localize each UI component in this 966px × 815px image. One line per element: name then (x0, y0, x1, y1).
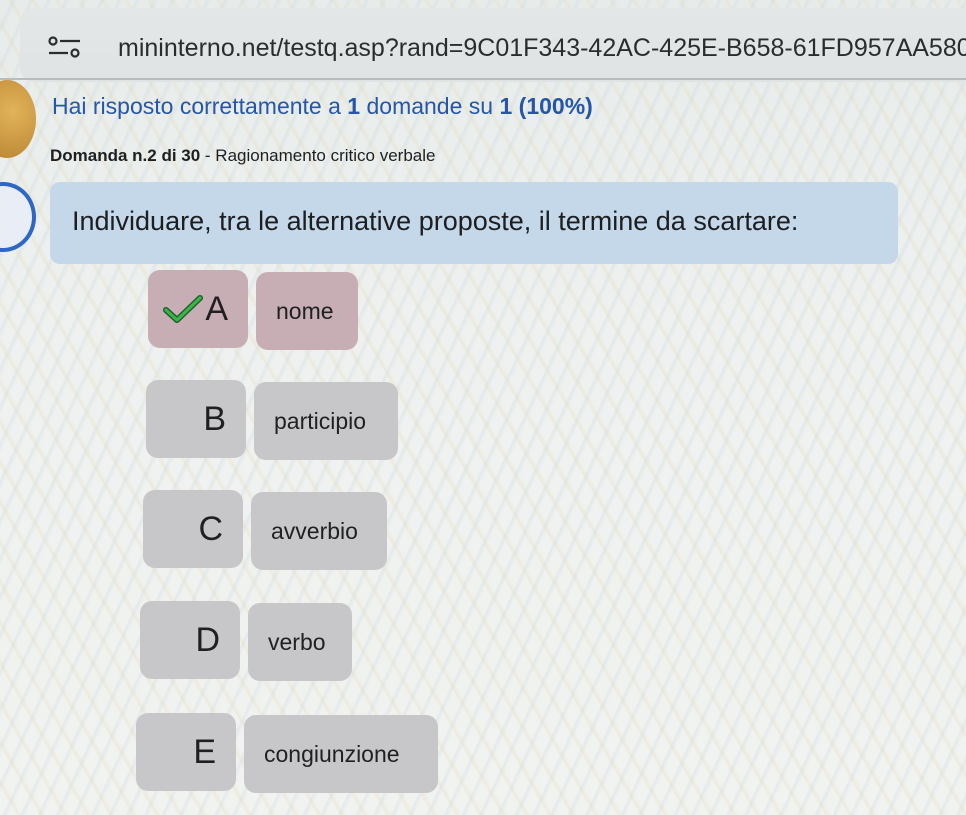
tune-icon[interactable] (46, 36, 84, 58)
option-e-button[interactable]: congiunzione (244, 715, 438, 793)
option-d-button[interactable]: verbo (248, 603, 352, 681)
option-letter: D (195, 620, 220, 659)
option-letter: A (205, 289, 228, 328)
option-a-letter[interactable]: A (148, 270, 248, 348)
avatar (0, 80, 36, 158)
url-text[interactable]: mininterno.net/testq.asp?rand=9C01F343-4… (118, 34, 966, 63)
score-correct: 1 (347, 93, 361, 119)
option-e-letter[interactable]: E (136, 713, 236, 791)
question-text: Individuare, tra le alternative proposte… (72, 206, 799, 236)
option-b-letter[interactable]: B (146, 380, 246, 458)
option-text: avverbio (271, 517, 358, 544)
option-c-letter[interactable]: C (143, 490, 243, 568)
score-percent: (100%) (518, 93, 593, 119)
option-text: nome (276, 297, 334, 324)
address-bar[interactable]: mininterno.net/testq.asp?rand=9C01F343-4… (20, 8, 966, 82)
checkmark-icon (163, 295, 204, 323)
question-category: - Ragionamento critico verbale (200, 146, 436, 165)
score-mid: domande su (360, 93, 500, 119)
option-letter: B (203, 399, 226, 438)
score-summary: Hai risposto correttamente a 1 domande s… (52, 93, 593, 120)
score-total: 1 (499, 93, 513, 119)
option-c-button[interactable]: avverbio (251, 492, 387, 570)
option-text: verbo (268, 628, 326, 655)
option-text: congiunzione (264, 740, 400, 767)
option-text: participio (274, 407, 367, 434)
divider (0, 78, 966, 80)
avatar (0, 182, 36, 252)
question-number: Domanda n.2 di 30 (50, 146, 201, 165)
option-letter: C (198, 509, 223, 548)
screen: mininterno.net/testq.asp?rand=9C01F343-4… (0, 0, 966, 815)
question-meta: Domanda n.2 di 30 - Ragionamento critico… (50, 146, 435, 166)
option-letter: E (193, 732, 216, 771)
option-d-letter[interactable]: D (140, 601, 240, 679)
option-b-button[interactable]: participio (254, 382, 398, 460)
option-a-button[interactable]: nome (256, 272, 358, 350)
score-prefix: Hai risposto correttamente a (52, 93, 348, 119)
question-box: Individuare, tra le alternative proposte… (50, 182, 898, 264)
